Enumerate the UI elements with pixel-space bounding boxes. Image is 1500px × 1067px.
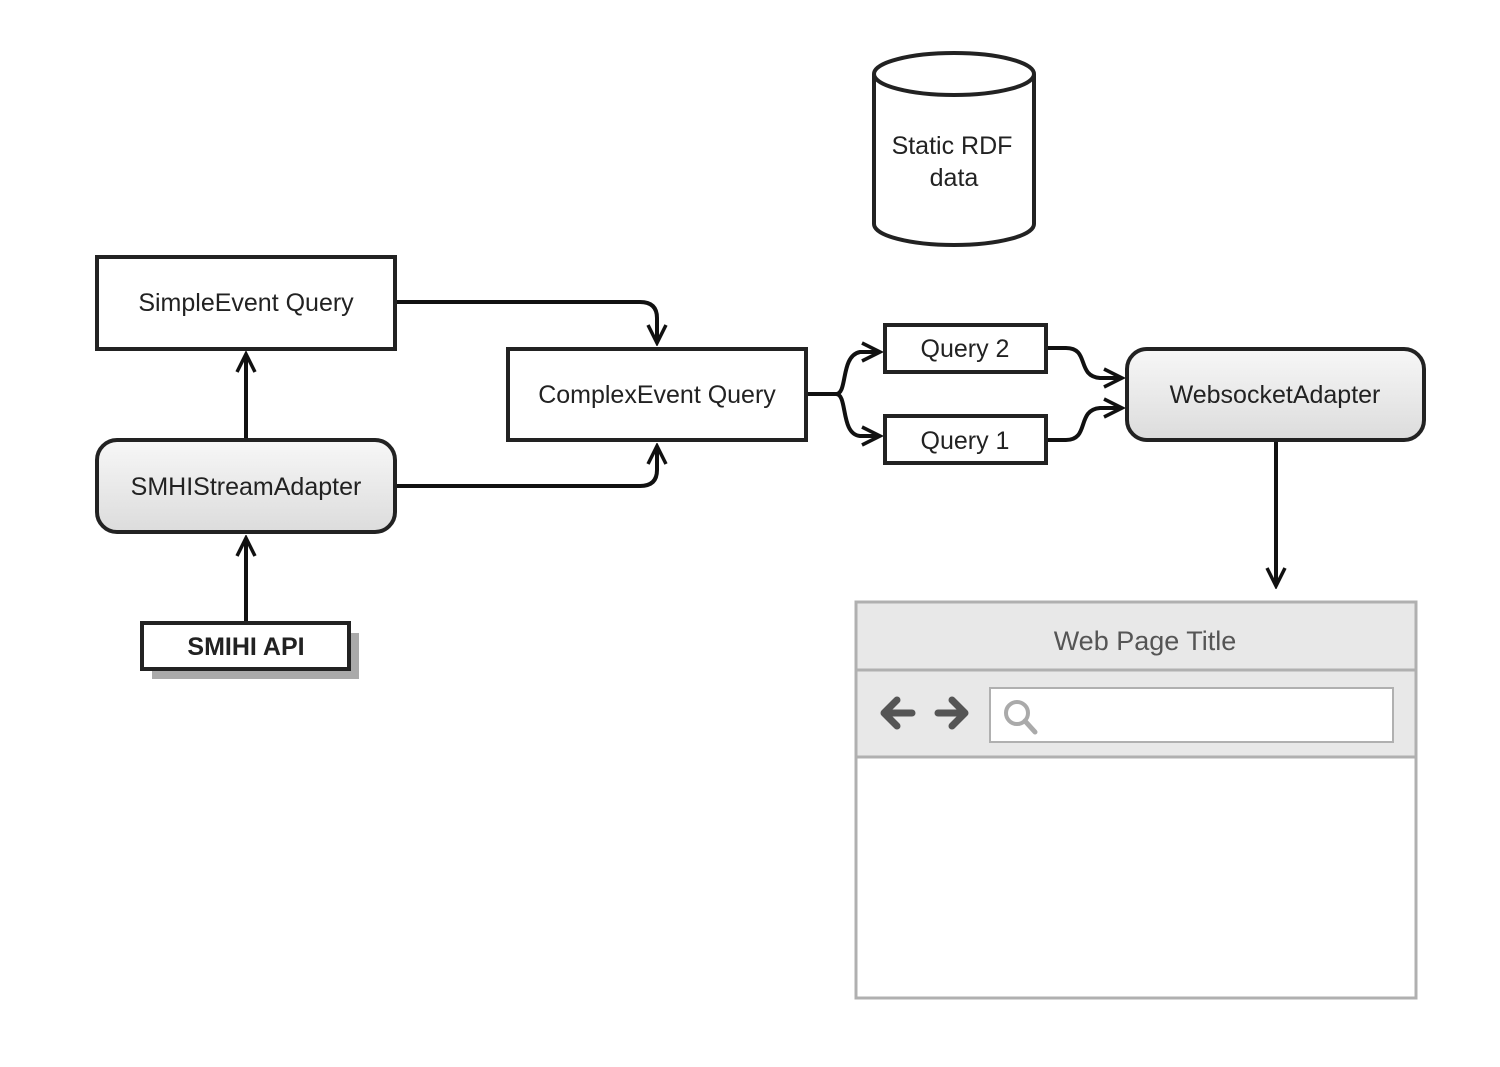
query2-node: Query 2: [883, 323, 1048, 374]
complex-event-query-node: ComplexEvent Query: [506, 347, 808, 442]
browser-search-input[interactable]: [989, 687, 1394, 743]
edge-stream-adapter-to-complex: [395, 446, 657, 488]
browser-mockup: Web Page Title: [854, 600, 1418, 1000]
edge-simple-to-complex: [395, 300, 657, 343]
smhi-stream-adapter-node: SMHIStreamAdapter: [95, 438, 397, 534]
edge-complex-to-query1: [835, 392, 880, 436]
complex-event-query-label: ComplexEvent Query: [538, 381, 776, 409]
static-rdf-label-line2: data: [930, 164, 979, 192]
static-rdf-data-store: Static RDF data: [872, 51, 1036, 247]
websocket-adapter-label: WebsocketAdapter: [1170, 381, 1381, 409]
diagram-canvas: Static RDF data SimpleEvent Query SMHISt…: [0, 0, 1500, 1067]
query1-node: Query 1: [883, 414, 1048, 465]
simple-event-query-label: SimpleEvent Query: [138, 289, 354, 317]
smihi-api-label: SMIHI API: [187, 633, 304, 661]
browser-title: Web Page Title: [1054, 626, 1237, 656]
smhi-stream-adapter-label: SMHIStreamAdapter: [131, 473, 362, 501]
query1-label: Query 1: [921, 427, 1010, 455]
smihi-api-node: SMIHI API: [140, 621, 359, 679]
diagram-svg: Static RDF data SimpleEvent Query SMHISt…: [95, 51, 1426, 1000]
websocket-adapter-node: WebsocketAdapter: [1125, 347, 1426, 442]
query2-label: Query 2: [921, 335, 1010, 363]
simple-event-query-node: SimpleEvent Query: [95, 255, 397, 351]
edge-query1-to-websocket: [1046, 408, 1122, 442]
static-rdf-label-line1: Static RDF: [892, 132, 1013, 160]
edge-complex-to-query2: [806, 352, 880, 396]
edge-query2-to-websocket: [1046, 346, 1122, 378]
